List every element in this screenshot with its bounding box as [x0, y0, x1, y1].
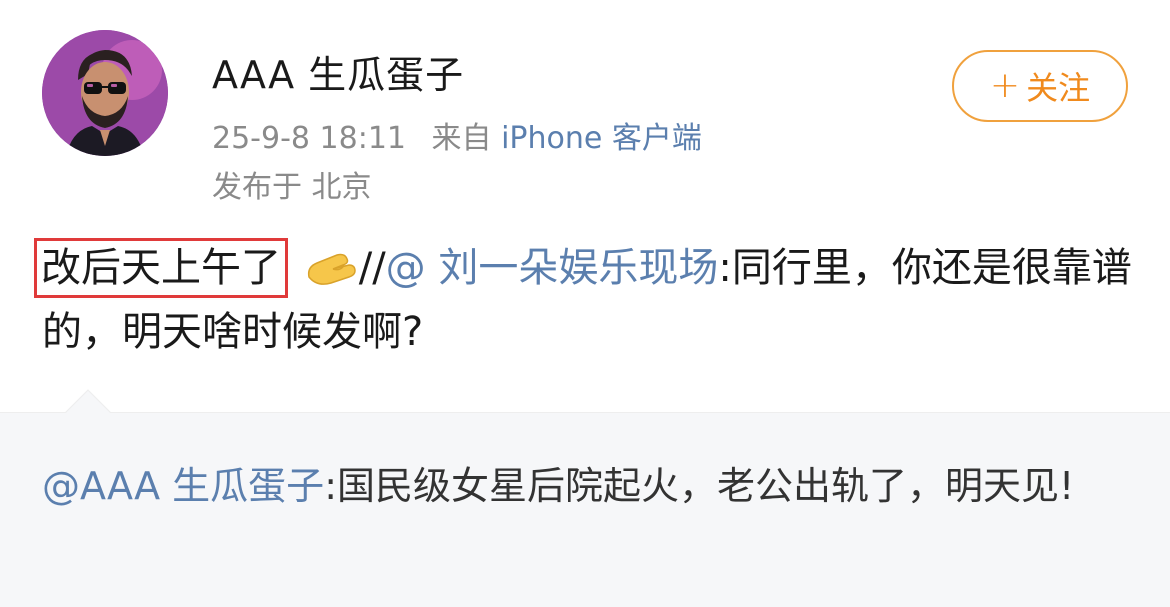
repost-separator: // — [358, 245, 386, 291]
retweet-block[interactable]: @AAA 生瓜蛋子:国民级女星后院起火，老公出轨了，明天见! — [0, 389, 1170, 607]
pinching-hand-emoji — [303, 244, 357, 286]
retweet-text: @AAA 生瓜蛋子:国民级女星后院起火，老公出轨了，明天见! — [42, 453, 1132, 519]
source-prefix: 来自 — [431, 121, 492, 156]
source-client[interactable]: iPhone 客户端 — [501, 121, 702, 156]
post-content: 改后天上午了 //@ 刘一朵娱乐现场:同行里，你还是很靠谱的，明天啥时候发啊? — [34, 236, 1132, 364]
retweet-body: :国民级女星后院起火，老公出轨了，明天见! — [324, 464, 1075, 508]
follow-button-label: 关注 — [1026, 69, 1091, 107]
weibo-post: AAA 生瓜蛋子 25-9-8 18:11 来自 iPhone 客户端 发布于 … — [0, 0, 1170, 607]
post-meta: 25-9-8 18:11 来自 iPhone 客户端 — [212, 113, 702, 157]
retweet-mention[interactable]: @AAA 生瓜蛋子 — [42, 464, 324, 508]
follow-button[interactable]: + 关注 — [952, 50, 1128, 122]
plus-icon: + — [989, 65, 1021, 106]
username[interactable]: AAA 生瓜蛋子 — [212, 44, 464, 99]
retweet-caret — [65, 389, 111, 435]
post-location: 发布于 北京 — [212, 170, 372, 205]
avatar-icon — [42, 30, 168, 156]
mention-link[interactable]: @ 刘一朵娱乐现场 — [386, 245, 719, 291]
avatar[interactable] — [42, 30, 168, 156]
timestamp: 25-9-8 18:11 — [212, 121, 406, 156]
highlighted-text: 改后天上午了 — [34, 238, 288, 298]
